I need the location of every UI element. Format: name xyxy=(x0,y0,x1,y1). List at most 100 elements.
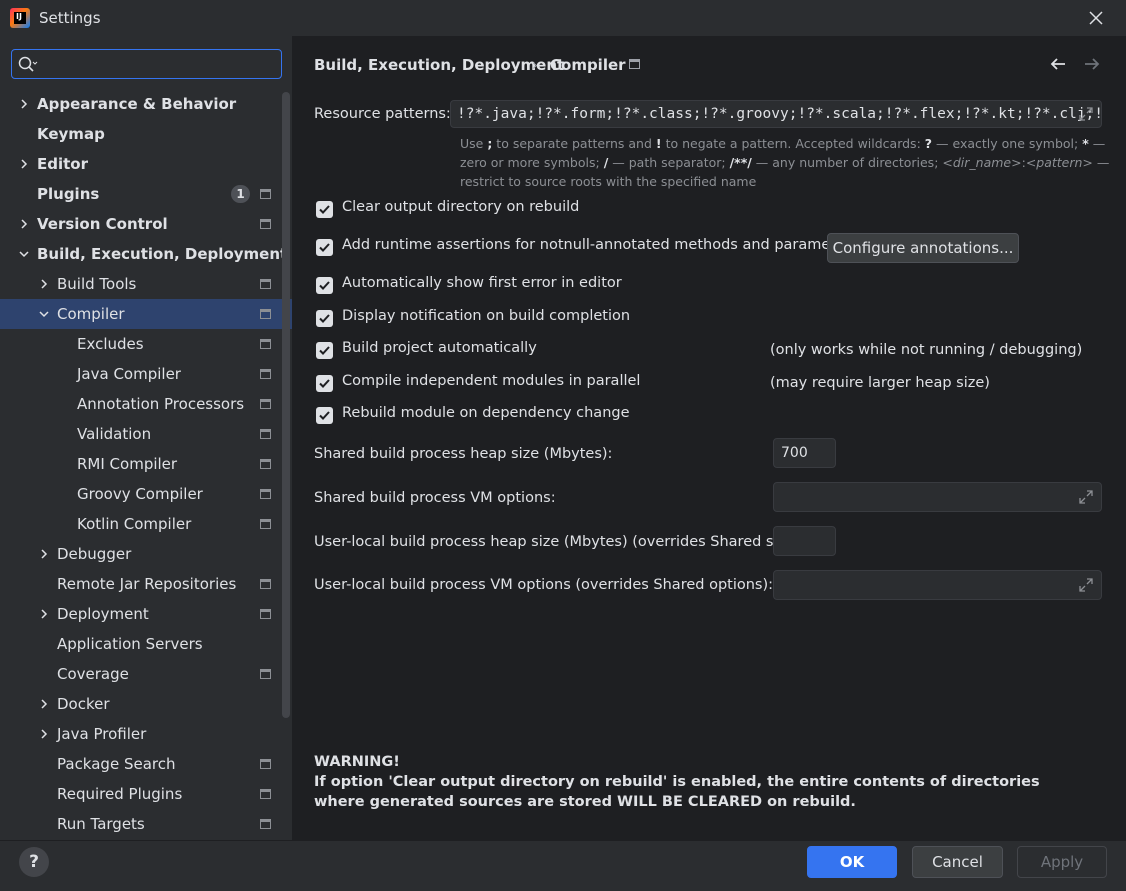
sidebar-item-compiler[interactable]: Compiler xyxy=(0,299,292,329)
resource-patterns-value: !?*.java;!?*.form;!?*.class;!?*.groovy;!… xyxy=(457,106,1102,122)
project-level-icon xyxy=(260,279,271,289)
clear-output-warning: WARNING! If option 'Clear output directo… xyxy=(314,752,1074,812)
local-heap-input[interactable] xyxy=(773,526,836,556)
shared-heap-input[interactable]: 700 xyxy=(773,438,836,468)
footer-divider xyxy=(0,840,1126,841)
ok-button[interactable]: OK xyxy=(807,846,897,878)
project-level-icon xyxy=(260,219,271,229)
sidebar-item-build-tools[interactable]: Build Tools xyxy=(0,269,292,299)
clear-output-checkbox[interactable] xyxy=(316,201,333,218)
window-title: Settings xyxy=(39,9,101,27)
sidebar-item-java-compiler[interactable]: Java Compiler xyxy=(0,359,292,389)
sidebar-item-rmi-compiler[interactable]: RMI Compiler xyxy=(0,449,292,479)
sidebar-item-label: Debugger xyxy=(57,545,132,563)
sidebar-item-java-profiler[interactable]: Java Profiler xyxy=(0,719,292,749)
sidebar-item-validation[interactable]: Validation xyxy=(0,419,292,449)
show-first-error-checkbox[interactable] xyxy=(316,277,333,294)
sidebar-item-editor[interactable]: Editor xyxy=(0,149,292,179)
chevron-right-icon[interactable] xyxy=(18,218,30,230)
chevron-down-icon[interactable] xyxy=(18,248,30,260)
sidebar-item-debugger[interactable]: Debugger xyxy=(0,539,292,569)
sidebar-item-required-plugins[interactable]: Required Plugins xyxy=(0,779,292,809)
build-automatically-checkbox[interactable] xyxy=(316,342,333,359)
shared-heap-label: Shared build process heap size (Mbytes): xyxy=(314,446,613,462)
sidebar-item-deployment[interactable]: Deployment xyxy=(0,599,292,629)
sidebar-item-package-search[interactable]: Package Search xyxy=(0,749,292,779)
sidebar-item-label: Package Search xyxy=(57,755,176,773)
sidebar-item-label: Editor xyxy=(37,155,88,173)
warning-body: If option 'Clear output directory on reb… xyxy=(314,774,1040,810)
chevron-right-icon[interactable] xyxy=(38,548,50,560)
expand-icon[interactable] xyxy=(1079,490,1093,504)
build-automatically-label: Build project automatically xyxy=(342,340,537,356)
breadcrumb-separator: › xyxy=(532,56,538,74)
sidebar-item-label: Build, Execution, Deployment xyxy=(37,245,288,263)
display-notification-label: Display notification on build completion xyxy=(342,308,631,324)
sidebar-item-label: Run Targets xyxy=(57,815,145,833)
cancel-button[interactable]: Cancel xyxy=(912,846,1003,878)
configure-annotations-button[interactable]: Configure annotations... xyxy=(827,233,1019,263)
sidebar-item-label: Validation xyxy=(77,425,152,443)
close-icon[interactable] xyxy=(1084,6,1108,30)
shared-vm-label: Shared build process VM options: xyxy=(314,490,556,506)
sidebar-item-run-targets[interactable]: Run Targets xyxy=(0,809,292,839)
resource-patterns-label: Resource patterns: xyxy=(314,106,451,122)
sidebar-item-coverage[interactable]: Coverage xyxy=(0,659,292,689)
project-level-icon xyxy=(260,309,271,319)
sidebar-item-docker[interactable]: Docker xyxy=(0,689,292,719)
display-notification-checkbox[interactable] xyxy=(316,310,333,327)
sidebar-item-label: Compiler xyxy=(57,305,125,323)
sidebar-item-kotlin-compiler[interactable]: Kotlin Compiler xyxy=(0,509,292,539)
local-heap-label: User-local build process heap size (Mbyt… xyxy=(314,534,805,550)
shared-vm-input[interactable] xyxy=(773,482,1102,512)
warning-title: WARNING! xyxy=(314,754,400,770)
rebuild-on-dependency-checkbox[interactable] xyxy=(316,407,333,424)
expand-icon[interactable] xyxy=(1079,107,1093,121)
sidebar-item-application-servers[interactable]: Application Servers xyxy=(0,629,292,659)
runtime-assertions-checkbox[interactable] xyxy=(316,239,333,256)
chevron-right-icon[interactable] xyxy=(38,608,50,620)
sidebar-item-label: Deployment xyxy=(57,605,149,623)
sidebar-item-excludes[interactable]: Excludes xyxy=(0,329,292,359)
project-level-icon xyxy=(260,369,271,379)
project-level-icon xyxy=(260,489,271,499)
compile-parallel-checkbox[interactable] xyxy=(316,375,333,392)
sidebar-item-appearance-behavior[interactable]: Appearance & Behavior xyxy=(0,89,292,119)
breadcrumb-parent[interactable]: Build, Execution, Deployment xyxy=(314,56,564,74)
project-level-icon xyxy=(260,819,271,829)
runtime-assertions-label: Add runtime assertions for notnull-annot… xyxy=(342,237,859,253)
back-arrow-icon[interactable] xyxy=(1048,54,1068,78)
project-level-icon xyxy=(260,669,271,679)
project-level-icon xyxy=(629,59,640,69)
sidebar-item-remote-jar-repositories[interactable]: Remote Jar Repositories xyxy=(0,569,292,599)
chevron-right-icon[interactable] xyxy=(38,728,50,740)
search-icon xyxy=(18,56,38,72)
sidebar-item-label: Coverage xyxy=(57,665,129,683)
compile-parallel-note: (may require larger heap size) xyxy=(770,375,990,391)
chevron-right-icon[interactable] xyxy=(38,698,50,710)
project-level-icon xyxy=(260,339,271,349)
chevron-right-icon[interactable] xyxy=(18,98,30,110)
sidebar-item-version-control[interactable]: Version Control xyxy=(0,209,292,239)
resource-patterns-field[interactable]: !?*.java;!?*.form;!?*.class;!?*.groovy;!… xyxy=(450,100,1102,128)
sidebar-item-label: Java Profiler xyxy=(57,725,147,743)
apply-button[interactable]: Apply xyxy=(1017,846,1107,878)
help-button[interactable]: ? xyxy=(19,847,49,877)
chevron-right-icon[interactable] xyxy=(38,278,50,290)
sidebar-item-build-execution-deployment[interactable]: Build, Execution, Deployment xyxy=(0,239,292,269)
chevron-right-icon[interactable] xyxy=(18,158,30,170)
sidebar-item-keymap[interactable]: Keymap xyxy=(0,119,292,149)
project-level-icon xyxy=(260,429,271,439)
sidebar-item-label: Required Plugins xyxy=(57,785,183,803)
chevron-down-icon[interactable] xyxy=(38,308,50,320)
sidebar-item-annotation-processors[interactable]: Annotation Processors xyxy=(0,389,292,419)
intellij-logo-icon: IJ xyxy=(10,8,30,28)
sidebar-item-groovy-compiler[interactable]: Groovy Compiler xyxy=(0,479,292,509)
expand-icon[interactable] xyxy=(1079,578,1093,592)
search-input[interactable] xyxy=(11,49,282,79)
local-vm-input[interactable] xyxy=(773,570,1102,600)
sidebar-item-label: Appearance & Behavior xyxy=(37,95,237,113)
sidebar-item-plugins[interactable]: Plugins 1 xyxy=(0,179,292,209)
sidebar-scrollbar[interactable] xyxy=(282,92,290,718)
forward-arrow-icon[interactable] xyxy=(1082,54,1102,78)
